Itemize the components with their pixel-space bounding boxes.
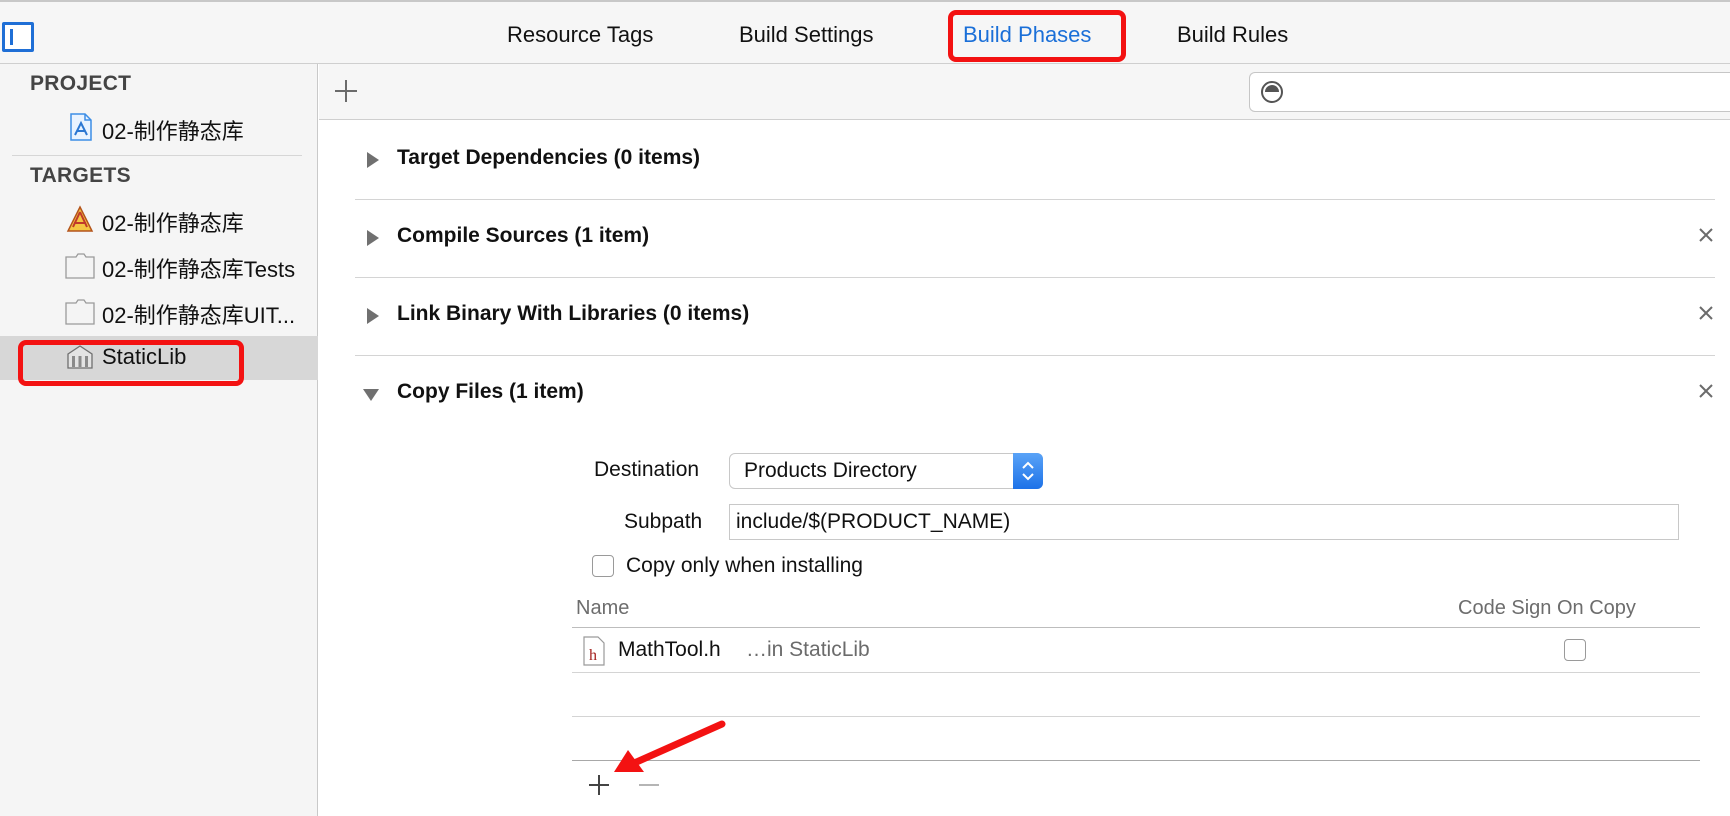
app-target-icon — [66, 205, 94, 232]
filter-input[interactable] — [1249, 72, 1730, 112]
filter-icon — [1261, 81, 1283, 103]
sidebar-item-target-uitests[interactable]: 02-制作静态库UIT... — [0, 290, 318, 334]
annotation-arrow-icon — [614, 720, 726, 772]
phase-title: Target Dependencies (0 items) — [397, 146, 701, 169]
add-file-icon[interactable] — [586, 772, 612, 798]
sidebar-item-project[interactable]: 02-制作静态库 — [0, 106, 318, 150]
copy-only-when-installing-checkbox[interactable] — [592, 555, 614, 577]
destination-value: Products Directory — [744, 459, 917, 482]
svg-text:h: h — [589, 647, 597, 664]
ui-test-bundle-icon — [65, 299, 95, 325]
highlight-box-build-phases — [948, 10, 1126, 62]
sidebar-item-label: 02-制作静态库 — [102, 119, 244, 144]
phase-title: Compile Sources (1 item) — [397, 224, 650, 247]
targets-section-header: TARGETS — [30, 164, 131, 187]
remove-phase-icon[interactable] — [1697, 226, 1715, 244]
disclosure-triangle-icon[interactable] — [367, 152, 379, 168]
column-header-code-sign[interactable]: Code Sign On Copy — [1458, 597, 1636, 620]
phase-title: Link Binary With Libraries (0 items) — [397, 302, 750, 325]
row-divider — [572, 672, 1700, 673]
table-bottom-divider — [572, 760, 1700, 761]
phase-title: Copy Files (1 item) — [397, 380, 584, 403]
column-header-name[interactable]: Name — [576, 597, 629, 620]
code-sign-on-copy-checkbox[interactable] — [1564, 639, 1586, 661]
sidebar-item-target-tests[interactable]: 02-制作静态库Tests — [0, 244, 318, 288]
file-name: MathTool.h — [618, 638, 721, 661]
sidebar-item-label: 02-制作静态库Tests — [102, 257, 296, 282]
phase-link-binary[interactable]: Link Binary With Libraries (0 items) — [355, 278, 1715, 356]
sidebar-item-target-app[interactable]: 02-制作静态库 — [0, 198, 318, 242]
remove-phase-icon[interactable] — [1697, 382, 1715, 400]
phase-copy-files[interactable]: Copy Files (1 item) — [355, 356, 1715, 434]
project-file-icon — [70, 113, 92, 141]
tab-build-rules[interactable]: Build Rules — [1177, 22, 1288, 48]
sidebar-item-label: 02-制作静态库 — [102, 211, 244, 236]
destination-popup[interactable]: Products Directory — [729, 453, 1043, 489]
remove-phase-icon[interactable] — [1697, 304, 1715, 322]
build-phases-toolbar — [319, 64, 1730, 120]
highlight-box-staticlib — [18, 340, 244, 386]
project-navigator: PROJECT 02-制作静态库 TARGETS 02-制作静态库 02-制作静… — [0, 64, 318, 816]
phase-target-dependencies[interactable]: Target Dependencies (0 items) — [355, 122, 1715, 200]
project-section-header: PROJECT — [30, 72, 132, 95]
subpath-input[interactable]: include/$(PRODUCT_NAME) — [729, 504, 1679, 540]
disclosure-triangle-icon[interactable] — [367, 308, 379, 324]
tab-resource-tags[interactable]: Resource Tags — [507, 22, 653, 48]
add-build-phase-icon[interactable] — [331, 76, 361, 106]
disclosure-triangle-icon[interactable] — [363, 389, 379, 401]
subpath-value: include/$(PRODUCT_NAME) — [736, 510, 1011, 533]
popup-stepper[interactable] — [1013, 453, 1043, 489]
chevron-up-down-icon — [1022, 461, 1034, 481]
sidebar-item-label: 02-制作静态库UIT... — [102, 303, 296, 328]
phase-compile-sources[interactable]: Compile Sources (1 item) — [355, 200, 1715, 278]
editor-tab-bar: Resource Tags Build Settings Build Phase… — [0, 0, 1730, 64]
sidebar-divider — [12, 155, 302, 156]
row-divider — [572, 716, 1700, 717]
navigator-toggle-icon[interactable] — [2, 22, 34, 52]
disclosure-triangle-icon[interactable] — [367, 230, 379, 246]
copy-only-when-installing-label: Copy only when installing — [626, 554, 863, 577]
destination-label: Destination — [594, 458, 700, 481]
tab-build-settings[interactable]: Build Settings — [739, 22, 874, 48]
test-bundle-icon — [65, 253, 95, 279]
subpath-label: Subpath — [624, 510, 703, 533]
table-header-divider — [572, 627, 1700, 628]
header-file-icon: h — [583, 636, 605, 666]
file-location: …in StaticLib — [746, 638, 870, 661]
